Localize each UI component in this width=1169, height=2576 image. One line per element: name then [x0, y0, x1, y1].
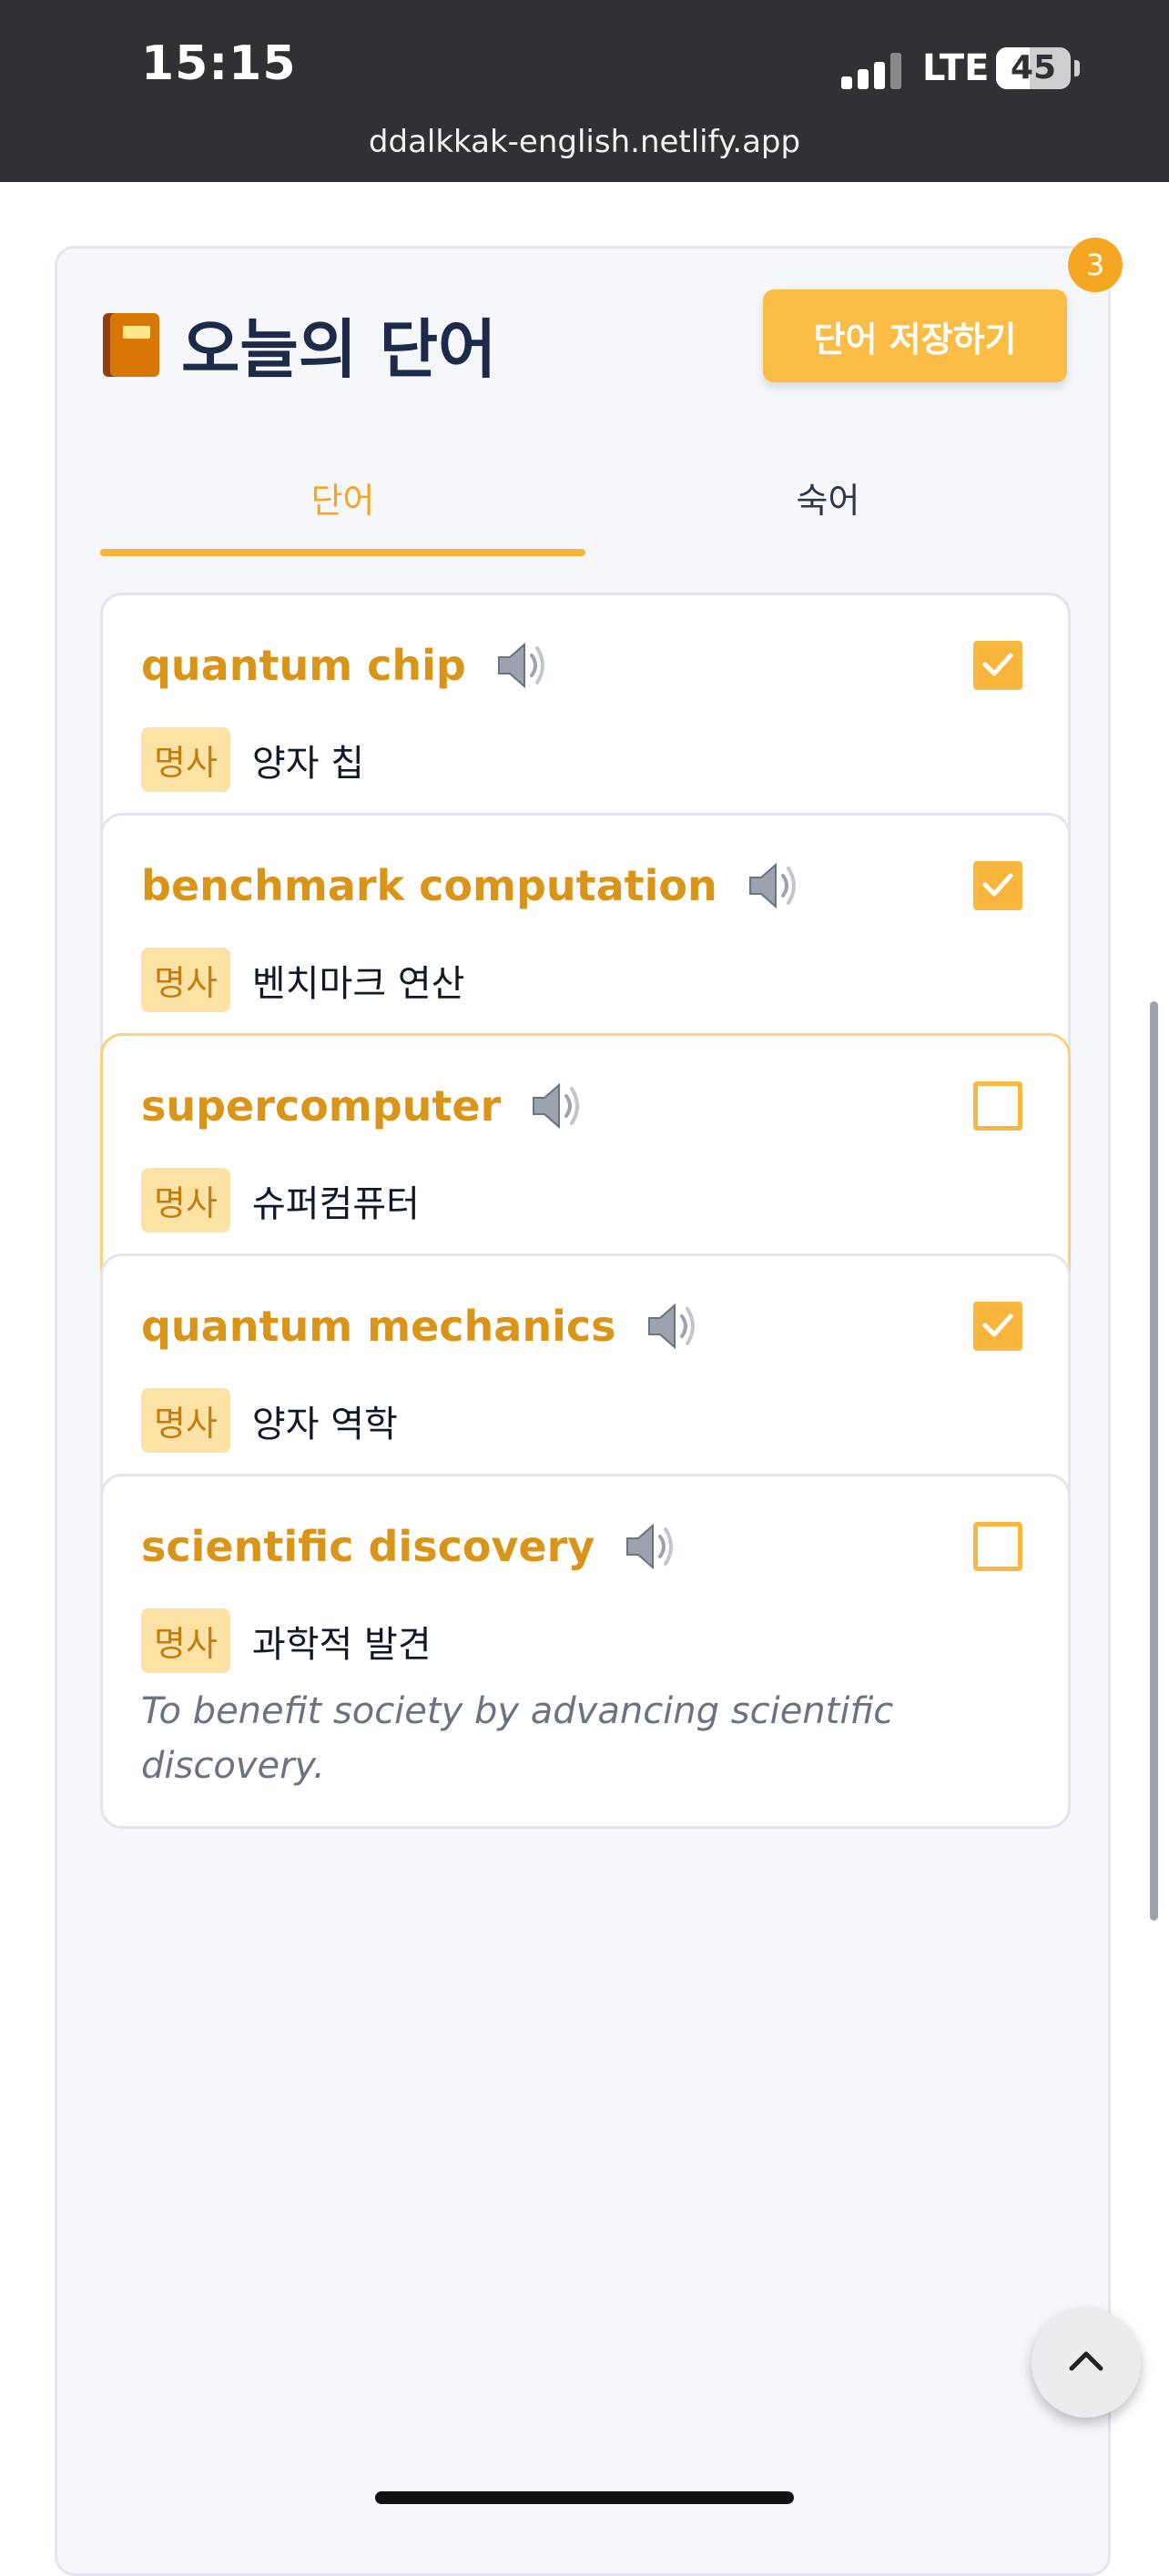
word-meaning: 양자 칩 — [251, 742, 365, 785]
signal-icon — [841, 53, 903, 89]
part-of-speech-tag: 명사 — [141, 948, 230, 1012]
tab-idioms[interactable]: 숙어 — [585, 467, 1071, 556]
speaker-icon[interactable] — [493, 639, 550, 692]
page-title-text: 오늘의 단어 — [181, 312, 497, 387]
page-title: 오늘의 단어 — [103, 299, 496, 390]
speaker-icon[interactable] — [745, 859, 801, 912]
word-meaning: 벤치마크 연산 — [251, 962, 465, 1005]
home-indicator — [375, 2491, 794, 2504]
word-card[interactable]: scientific discovery 명사 과학적 발견 To benefit s… — [100, 1474, 1071, 1829]
word-checkbox[interactable] — [973, 1081, 1022, 1131]
battery-icon: 45 — [996, 47, 1071, 89]
part-of-speech-tag: 명사 — [141, 1388, 230, 1453]
word-row: quantum mechanics — [141, 1300, 700, 1353]
book-icon — [103, 312, 161, 377]
meaning-row: 명사 과학적 발견 — [141, 1608, 432, 1673]
scrollbar[interactable] — [1150, 1001, 1158, 1921]
todays-words-panel: 오늘의 단어 단어 저장하기 3 단어 숙어 quantum chip 명사 양자 … — [55, 238, 1123, 2576]
word-text: supercomputer — [141, 1081, 502, 1131]
word-row: benchmark computation — [141, 859, 801, 912]
part-of-speech-tag: 명사 — [141, 1608, 230, 1673]
example-sentence: To benefit society by advancing scientif… — [141, 1690, 894, 1787]
chevron-up-icon — [1069, 2351, 1103, 2371]
tab-bar: 단어 숙어 — [100, 467, 1071, 556]
word-text: quantum chip — [141, 641, 466, 690]
word-row: supercomputer — [141, 1080, 584, 1132]
word-meaning: 슈퍼컴퓨터 — [251, 1182, 420, 1225]
part-of-speech-tag: 명사 — [141, 1168, 230, 1232]
word-text: benchmark computation — [141, 861, 717, 910]
save-words-button[interactable]: 단어 저장하기 — [763, 289, 1067, 382]
word-text: scientific discovery — [141, 1522, 595, 1571]
word-text: quantum mechanics — [141, 1302, 616, 1351]
word-checkbox[interactable] — [973, 1302, 1022, 1351]
saved-count-badge: 3 — [1068, 238, 1123, 292]
speaker-icon[interactable] — [622, 1520, 678, 1573]
status-time: 15:15 — [141, 36, 297, 91]
battery-level: 45 — [1010, 49, 1057, 86]
word-meaning: 과학적 발견 — [251, 1623, 432, 1666]
word-row: quantum chip — [141, 639, 550, 692]
tab-words[interactable]: 단어 — [100, 467, 585, 556]
word-checkbox[interactable] — [973, 861, 1022, 910]
meaning-row: 명사 양자 칩 — [141, 727, 364, 792]
word-checkbox[interactable] — [973, 1522, 1022, 1571]
speaker-icon[interactable] — [644, 1300, 700, 1353]
network-type: LTE — [922, 47, 990, 89]
url-bar[interactable]: ddalkkak-english.netlify.app — [0, 124, 1169, 160]
speaker-icon[interactable] — [528, 1080, 584, 1132]
word-meaning: 양자 역학 — [251, 1403, 398, 1445]
word-checkbox[interactable] — [973, 641, 1022, 690]
meaning-row: 명사 양자 역학 — [141, 1388, 398, 1453]
word-row: scientific discovery — [141, 1520, 678, 1573]
status-bar: 15:15 LTE 45 ddalkkak-english.netlify.ap… — [0, 0, 1169, 182]
battery-tip — [1074, 60, 1080, 76]
part-of-speech-tag: 명사 — [141, 727, 230, 792]
meaning-row: 명사 슈퍼컴퓨터 — [141, 1168, 420, 1232]
scroll-to-top-button[interactable] — [1032, 2308, 1141, 2418]
meaning-row: 명사 벤치마크 연산 — [141, 948, 464, 1012]
